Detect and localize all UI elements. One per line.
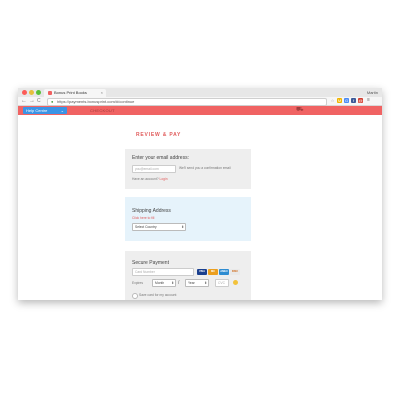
address-bar[interactable]: ● https://payments.bonusprint.com/#/cont… <box>47 98 327 106</box>
help-centre-label: Help Centre <box>26 108 48 113</box>
payment-panel: Secure Payment Card Number VISA MC AMEX … <box>125 251 251 300</box>
shipping-title: Shipping Address <box>132 208 171 214</box>
back-icon[interactable]: ← <box>21 97 27 105</box>
profile-name[interactable]: Martin <box>367 88 378 97</box>
save-card-checkbox[interactable] <box>132 293 138 299</box>
page-title: REVIEW & PAY <box>136 132 182 138</box>
email-input[interactable]: you@email.com <box>132 165 176 173</box>
cvc-help-icon[interactable] <box>233 280 238 285</box>
visa-card-icon: VISA <box>197 269 207 275</box>
reload-icon[interactable]: C <box>37 97 41 105</box>
expiry-separator: / <box>178 280 180 286</box>
lock-icon: ● <box>51 99 54 104</box>
browser-titlebar: Bonus Print Books × Martin <box>18 88 382 97</box>
cvc-input[interactable]: CVC <box>215 279 229 287</box>
amex-card-icon: AMEX <box>219 269 229 275</box>
select-arrow-icon: ⬍ <box>171 281 174 285</box>
card-number-input[interactable]: Card Number <box>132 268 194 276</box>
browser-toolbar: ← → C ● https://payments.bonusprint.com/… <box>18 97 382 106</box>
expiry-month-select[interactable]: Month ⬍ <box>152 279 176 287</box>
shipping-fill-link[interactable]: Click here to fill <box>132 216 154 220</box>
favicon-icon <box>48 91 52 95</box>
mastercard-icon: MC <box>208 269 218 275</box>
email-helper-text: We'll send you a confirmation email <box>179 166 231 170</box>
maximize-window-button[interactable] <box>36 90 41 95</box>
login-link[interactable]: Login <box>160 177 168 181</box>
account-prompt: Have an account? Login <box>132 177 168 181</box>
expiry-month-label: Month <box>155 281 165 285</box>
extension-f-icon[interactable]: f <box>351 98 356 103</box>
minimize-window-button[interactable] <box>29 90 34 95</box>
payment-title: Secure Payment <box>132 260 169 266</box>
save-card-label: Save card for my account <box>139 293 177 297</box>
expiry-year-select[interactable]: Year ⬍ <box>185 279 209 287</box>
select-arrow-icon: ⬍ <box>181 225 184 229</box>
url-text: https://payments.bonusprint.com/#/contin… <box>57 99 135 104</box>
extension-g-icon[interactable]: G <box>344 98 349 103</box>
country-select-label: Select Country <box>135 225 157 229</box>
app-header: Help Centre ⌄ CHECKOUT ⛟ <box>18 106 382 115</box>
tab-title: Bonus Print Books <box>54 90 87 95</box>
browser-window: Bonus Print Books × Martin ← → C ● https… <box>18 88 382 300</box>
account-prompt-text: Have an account? <box>132 177 159 181</box>
email-title: Enter your email address: <box>132 155 189 161</box>
checkout-label: CHECKOUT <box>90 108 115 113</box>
close-window-button[interactable] <box>22 90 27 95</box>
expiry-year-label: Year <box>188 281 195 285</box>
country-select[interactable]: Select Country ⬍ <box>132 223 186 231</box>
discover-card-icon: DISC <box>230 269 240 275</box>
extension-at-icon[interactable]: @ <box>358 98 363 103</box>
email-panel: Enter your email address: you@email.com … <box>125 149 251 189</box>
expires-label: Expires <box>132 281 143 285</box>
help-centre-button[interactable]: Help Centre ⌄ <box>23 107 67 114</box>
tab-close-icon[interactable]: × <box>101 89 103 97</box>
forward-icon[interactable]: → <box>29 97 35 105</box>
chevron-down-icon: ⌄ <box>60 108 64 113</box>
browser-tab[interactable]: Bonus Print Books × <box>44 89 106 97</box>
shipping-panel: Shipping Address Click here to fill Sele… <box>125 197 251 241</box>
bookmark-star-icon[interactable]: ☆ <box>330 98 335 103</box>
menu-icon[interactable]: ≡ <box>366 98 371 103</box>
extension-m-icon[interactable]: M <box>337 98 342 103</box>
accepted-cards: VISA MC AMEX DISC <box>197 269 243 275</box>
select-arrow-icon: ⬍ <box>204 281 207 285</box>
cart-icon[interactable]: ⛟ <box>296 106 304 115</box>
